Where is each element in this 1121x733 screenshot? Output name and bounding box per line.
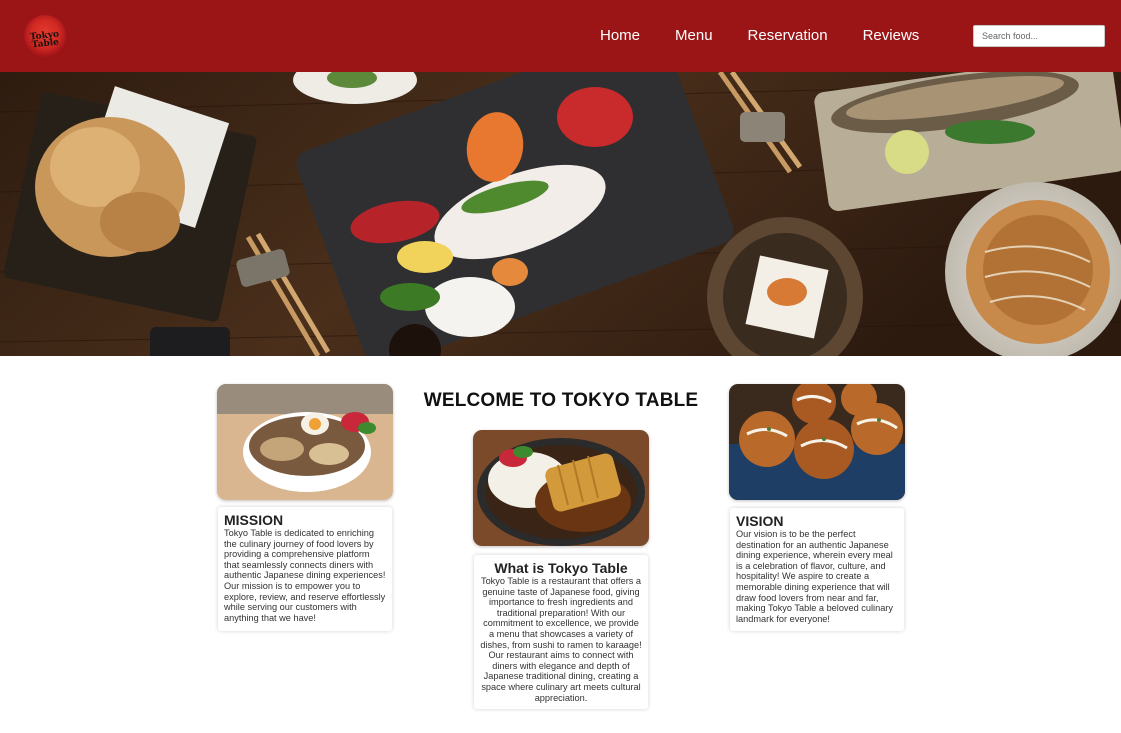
search-input[interactable] xyxy=(973,25,1105,47)
nav-home-link[interactable]: Home xyxy=(600,27,640,45)
vision-card: VISION Our vision is to be the perfect d… xyxy=(730,508,904,631)
vision-title: VISION xyxy=(736,513,784,529)
logo[interactable]: Tokyo Table xyxy=(24,15,66,57)
nav-links: Home Menu Reservation Reviews xyxy=(600,27,954,45)
nav-reviews-link[interactable]: Reviews xyxy=(863,27,920,45)
about-body: Tokyo Table is a restaurant that offers … xyxy=(480,576,642,703)
navbar: Tokyo Table Home Menu Reservation Review… xyxy=(0,0,1121,72)
about-title: What is Tokyo Table xyxy=(494,560,628,576)
about-food-image xyxy=(473,430,649,546)
vision-body: Our vision is to be the perfect destinat… xyxy=(736,529,893,624)
logo-text: Tokyo Table xyxy=(29,29,60,51)
hero-food-image xyxy=(0,72,1121,356)
mission-title: MISSION xyxy=(224,512,284,528)
mission-body: Tokyo Table is dedicated to enriching th… xyxy=(224,528,386,623)
vision-food-image xyxy=(729,384,905,500)
mission-card: MISSION Tokyo Table is dedicated to enri… xyxy=(218,507,392,631)
mission-food-image xyxy=(217,384,393,500)
nav-menu-link[interactable]: Menu xyxy=(675,27,713,45)
nav-reservation-link[interactable]: Reservation xyxy=(748,27,828,45)
welcome-heading: WELCOME TO TOKYO TABLE xyxy=(423,390,699,411)
about-card: What is Tokyo Table Tokyo Table is a res… xyxy=(474,555,648,709)
